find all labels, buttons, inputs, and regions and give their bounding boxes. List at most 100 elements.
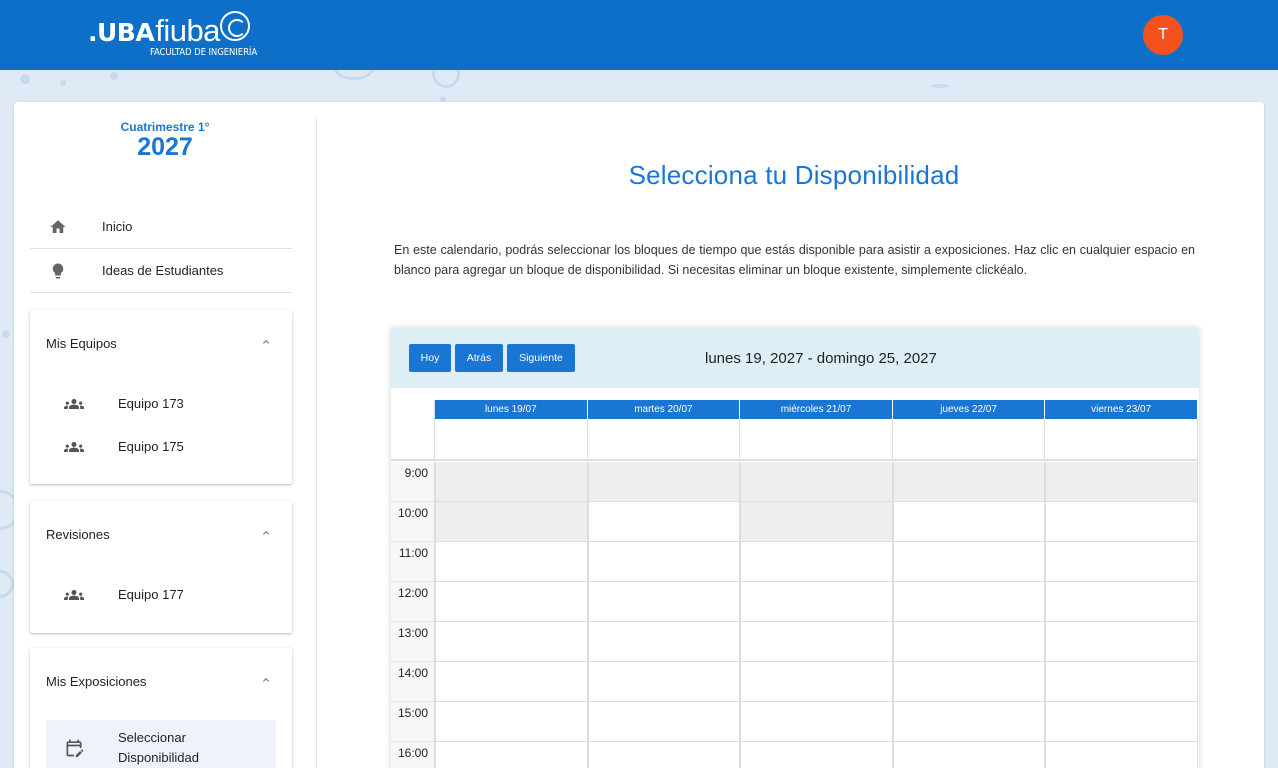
nav-ideas-estudiantes[interactable]: Ideas de Estudiantes xyxy=(30,249,292,293)
today-button[interactable]: Hoy xyxy=(409,344,451,372)
time-slot[interactable] xyxy=(587,502,741,542)
select-availability-label: Seleccionar Disponibilidad xyxy=(118,730,199,765)
time-slot[interactable] xyxy=(892,742,1046,768)
availability-block[interactable] xyxy=(1045,462,1198,502)
time-row: 14:00 xyxy=(391,662,1199,702)
day-headers: lunes 19/07 martes 20/07 miércoles 21/07 ju… xyxy=(435,400,1198,419)
chevron-up-icon[interactable] xyxy=(260,527,272,542)
availability-block[interactable] xyxy=(435,502,588,542)
time-slot[interactable] xyxy=(892,582,1046,622)
panel-mis-equipos-header[interactable]: Mis Equipos xyxy=(30,310,292,376)
time-slot[interactable] xyxy=(892,502,1046,542)
panel-revisiones-header[interactable]: Revisiones xyxy=(30,501,292,567)
time-slot[interactable] xyxy=(435,542,588,582)
time-slot[interactable] xyxy=(740,542,893,582)
main-card: Cuatrimestre 1° 2027 Inicio Ideas de Est… xyxy=(14,102,1264,768)
time-slot[interactable] xyxy=(740,582,893,622)
panel-title: Mis Exposiciones xyxy=(46,673,147,689)
time-slot[interactable] xyxy=(1045,582,1198,622)
day-header[interactable]: viernes 23/07 xyxy=(1045,400,1198,419)
time-slot[interactable] xyxy=(1045,662,1198,702)
time-slot[interactable] xyxy=(435,742,588,768)
logo-fiuba-text: fiuba xyxy=(155,13,220,48)
time-slot[interactable] xyxy=(587,622,741,662)
time-slot[interactable] xyxy=(1045,622,1198,662)
group-icon xyxy=(46,437,102,457)
next-button[interactable]: Siguiente xyxy=(507,344,575,372)
allday-gutter xyxy=(391,400,435,461)
time-label: 16:00 xyxy=(391,742,435,768)
time-label: 14:00 xyxy=(391,662,435,702)
time-slot[interactable] xyxy=(587,662,741,702)
time-slot[interactable] xyxy=(892,622,1046,662)
time-slot[interactable] xyxy=(1045,702,1198,742)
time-row: 9:00 xyxy=(391,462,1199,502)
availability-block[interactable] xyxy=(740,462,893,502)
time-label: 12:00 xyxy=(391,582,435,622)
time-slot[interactable] xyxy=(740,662,893,702)
time-slot[interactable] xyxy=(740,702,893,742)
time-row: 16:00 xyxy=(391,742,1199,768)
time-row: 15:00 xyxy=(391,702,1199,742)
page-description: En este calendario, podrás seleccionar l… xyxy=(394,243,1195,277)
calendar-edit-icon xyxy=(46,738,102,758)
fiuba-seal-icon xyxy=(220,11,250,41)
availability-block[interactable] xyxy=(587,462,741,502)
time-slot[interactable] xyxy=(435,662,588,702)
review-item[interactable]: Equipo 177 xyxy=(30,573,292,616)
panel-title: Mis Equipos xyxy=(46,335,117,351)
calendar-toolbar: Hoy Atrás Siguiente lunes 19, 2027 - dom… xyxy=(391,328,1199,388)
day-header[interactable]: lunes 19/07 xyxy=(435,400,588,419)
term-header: Cuatrimestre 1° 2027 xyxy=(14,120,316,162)
time-slot[interactable] xyxy=(435,582,588,622)
time-slot[interactable] xyxy=(892,662,1046,702)
availability-block[interactable] xyxy=(435,462,588,502)
chevron-up-icon[interactable] xyxy=(260,336,272,351)
nav-inicio[interactable]: Inicio xyxy=(30,205,292,249)
term-label: Cuatrimestre 1° xyxy=(120,120,210,134)
time-label: 13:00 xyxy=(391,622,435,662)
term-year: 2027 xyxy=(137,133,193,161)
time-slot[interactable] xyxy=(1045,542,1198,582)
time-slot[interactable] xyxy=(435,622,588,662)
availability-block[interactable] xyxy=(740,502,893,542)
panel-mis-exposiciones-header[interactable]: Mis Exposiciones xyxy=(30,648,292,714)
availability-block[interactable] xyxy=(892,462,1046,502)
lightbulb-icon xyxy=(30,262,86,280)
time-slot[interactable] xyxy=(435,702,588,742)
sidebar: Cuatrimestre 1° 2027 Inicio Ideas de Est… xyxy=(14,118,317,768)
day-header[interactable]: martes 20/07 xyxy=(587,400,741,419)
main-content: Selecciona tu Disponibilidad En este cal… xyxy=(318,102,1264,768)
fiuba-logo[interactable]: .UBA fiuba FACULTAD DE INGENIERÍA xyxy=(88,11,257,60)
panel-mis-exposiciones: Mis Exposiciones Seleccionar Disponibili… xyxy=(30,648,292,768)
team-label: Equipo 175 xyxy=(118,439,184,454)
logo-uba-text: .UBA xyxy=(88,18,155,47)
group-icon xyxy=(46,394,102,414)
allday-cell[interactable] xyxy=(893,419,1046,459)
allday-cell[interactable] xyxy=(435,419,588,459)
time-slot[interactable] xyxy=(587,702,741,742)
time-slot[interactable] xyxy=(587,542,741,582)
time-slot[interactable] xyxy=(740,622,893,662)
time-slot[interactable] xyxy=(892,542,1046,582)
day-header[interactable]: jueves 22/07 xyxy=(892,400,1046,419)
team-item[interactable]: Equipo 175 xyxy=(30,425,292,468)
time-slot[interactable] xyxy=(1045,502,1198,542)
time-slot[interactable] xyxy=(587,742,741,768)
allday-cell[interactable] xyxy=(740,419,893,459)
time-row: 10:00 xyxy=(391,502,1199,542)
user-avatar[interactable]: T xyxy=(1143,15,1183,55)
time-slot[interactable] xyxy=(587,582,741,622)
allday-cell[interactable] xyxy=(1045,419,1198,459)
day-header[interactable]: miércoles 21/07 xyxy=(740,400,893,419)
logo-subtitle: FACULTAD DE INGENIERÍA xyxy=(150,47,258,58)
time-slot[interactable] xyxy=(740,742,893,768)
time-slot[interactable] xyxy=(892,702,1046,742)
back-button[interactable]: Atrás xyxy=(455,344,503,372)
allday-cell[interactable] xyxy=(588,419,741,459)
team-item[interactable]: Equipo 173 xyxy=(30,382,292,425)
time-label: 11:00 xyxy=(391,542,435,582)
time-slot[interactable] xyxy=(1045,742,1198,768)
chevron-up-icon[interactable] xyxy=(260,674,272,689)
select-availability-item[interactable]: Seleccionar Disponibilidad xyxy=(46,720,276,768)
